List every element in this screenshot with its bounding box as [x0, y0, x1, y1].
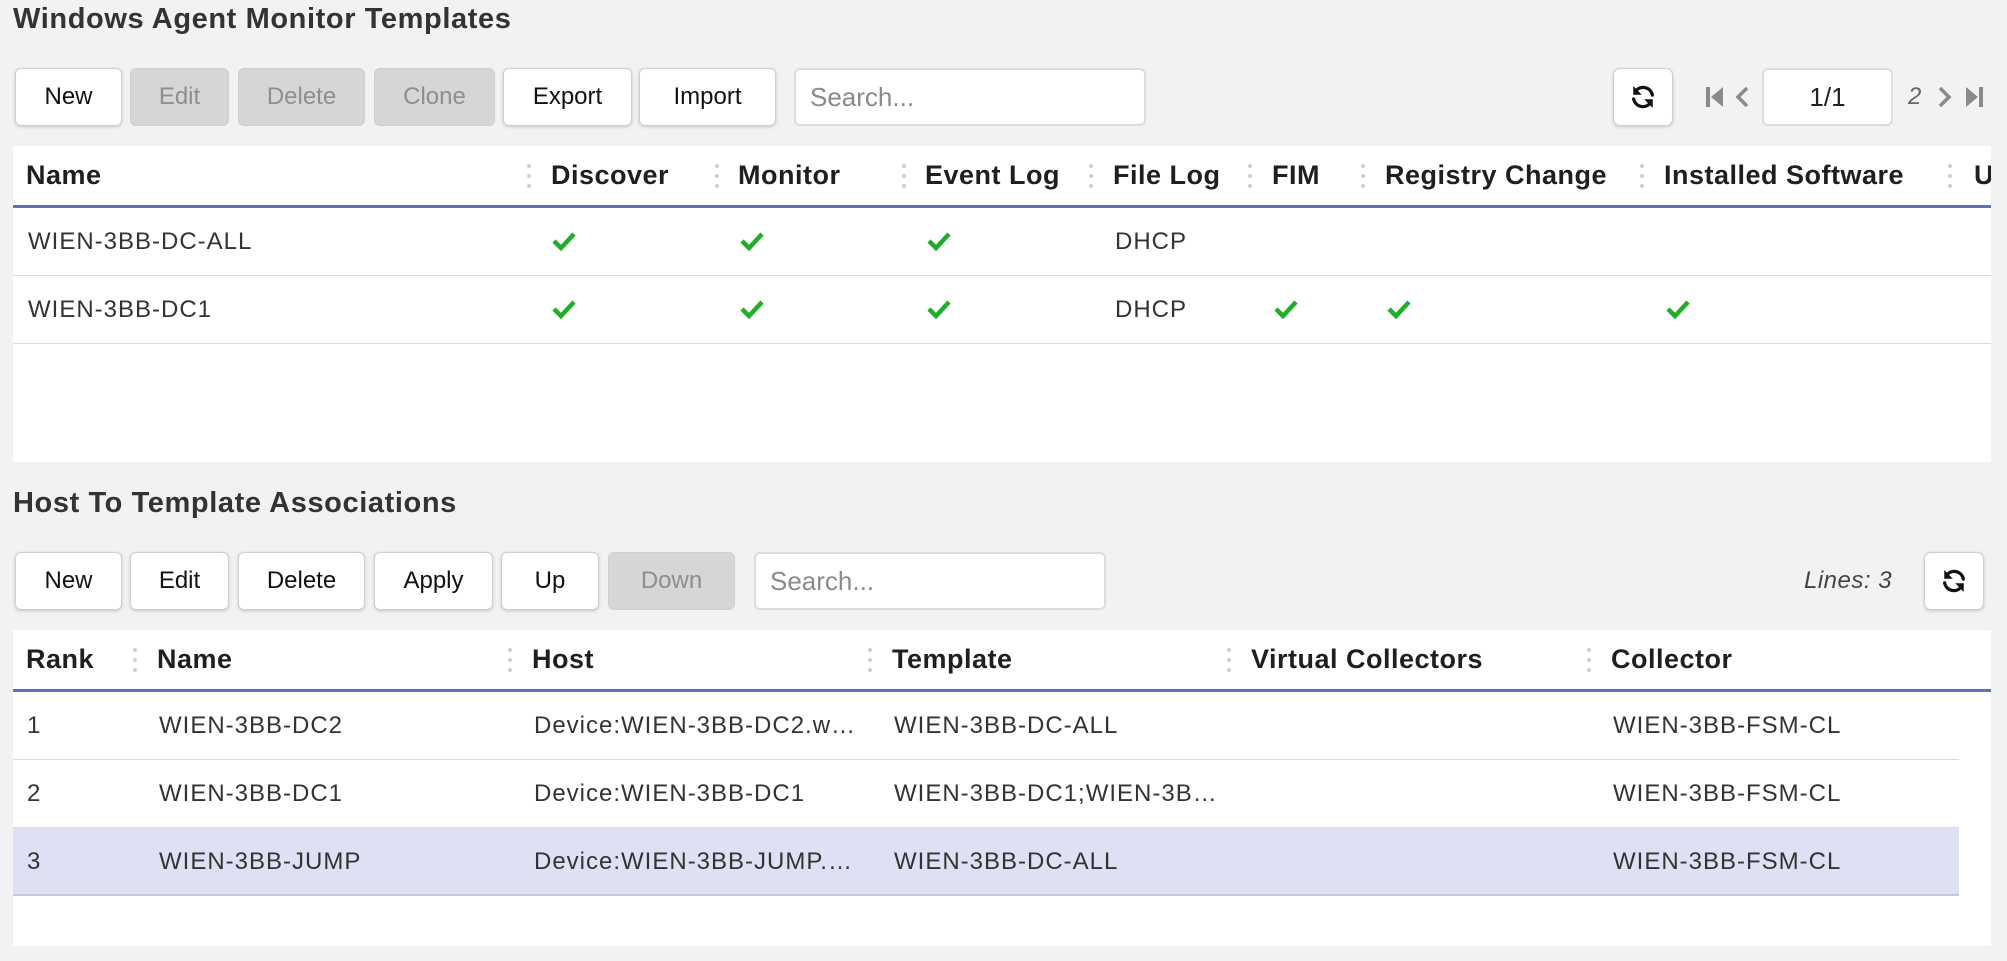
- check-icon: [1274, 300, 1298, 320]
- column-header-registry-change[interactable]: Registry Change: [1385, 146, 1607, 205]
- check-icon: [740, 300, 764, 320]
- cell-name: WIEN-3BB-DC1: [159, 780, 344, 807]
- column-header-fim[interactable]: FIM: [1272, 146, 1320, 205]
- first-page-icon[interactable]: [1704, 85, 1726, 109]
- column-resize-grip-icon[interactable]: [1227, 648, 1231, 672]
- cell-host: Device:WIEN-3BB-JUMP.…: [534, 848, 853, 875]
- column-header-truncated[interactable]: U: [1974, 146, 1991, 205]
- cell-template: WIEN-3BB-DC-ALL: [894, 848, 1119, 875]
- column-header-discover[interactable]: Discover: [551, 146, 669, 205]
- templates-table-header: Name Discover Monitor Event Log File Log…: [13, 146, 1991, 208]
- associations-table-header: Rank Name Host Template Virtual Collecto…: [13, 630, 1991, 692]
- column-header-event-log[interactable]: Event Log: [925, 146, 1060, 205]
- column-header-name[interactable]: Name: [157, 630, 233, 689]
- column-resize-grip-icon[interactable]: [902, 164, 906, 188]
- cell-name: WIEN-3BB-DC-ALL: [28, 228, 253, 255]
- column-resize-grip-icon[interactable]: [1948, 164, 1952, 188]
- associations-new-button[interactable]: New: [15, 552, 122, 610]
- column-header-file-log[interactable]: File Log: [1113, 146, 1221, 205]
- column-resize-grip-icon[interactable]: [1587, 648, 1591, 672]
- associations-refresh-button[interactable]: [1924, 552, 1984, 610]
- page-number-field[interactable]: 1/1: [1762, 68, 1893, 126]
- cell-rank: 3: [27, 848, 42, 875]
- cell-host: Device:WIEN-3BB-DC1: [534, 780, 806, 807]
- column-header-installed-software[interactable]: Installed Software: [1664, 146, 1904, 205]
- cell-collector: WIEN-3BB-FSM-CL: [1613, 780, 1842, 807]
- column-resize-grip-icon[interactable]: [868, 648, 872, 672]
- cell-rank: 1: [27, 712, 42, 739]
- associations-table: Rank Name Host Template Virtual Collecto…: [13, 630, 1991, 946]
- templates-edit-button[interactable]: Edit: [130, 68, 229, 126]
- check-icon: [927, 232, 951, 252]
- refresh-icon: [1943, 569, 1965, 593]
- table-row[interactable]: 2 WIEN-3BB-DC1 Device:WIEN-3BB-DC1 WIEN-…: [13, 760, 1959, 828]
- templates-export-button[interactable]: Export: [503, 68, 632, 126]
- templates-import-button[interactable]: Import: [639, 68, 776, 126]
- templates-new-button[interactable]: New: [15, 68, 122, 126]
- templates-search-input[interactable]: [794, 68, 1146, 126]
- cell-rank: 2: [27, 780, 42, 807]
- templates-title: Windows Agent Monitor Templates: [13, 3, 512, 35]
- cell-name: WIEN-3BB-DC2: [159, 712, 344, 739]
- column-resize-grip-icon[interactable]: [1640, 164, 1644, 188]
- associations-toolbar: New Edit Delete Apply Up Down Lines: 3: [0, 552, 2007, 614]
- lines-count: Lines: 3: [1804, 567, 1893, 594]
- page-total: 2: [1908, 83, 1922, 110]
- cell-file-log: DHCP: [1115, 228, 1188, 255]
- column-header-host[interactable]: Host: [532, 630, 594, 689]
- associations-edit-button[interactable]: Edit: [130, 552, 229, 610]
- associations-down-button[interactable]: Down: [608, 552, 735, 610]
- table-row[interactable]: WIEN-3BB-DC1 DHCP: [13, 276, 1991, 344]
- column-resize-grip-icon[interactable]: [133, 648, 137, 672]
- check-icon: [740, 232, 764, 252]
- associations-apply-button[interactable]: Apply: [374, 552, 493, 610]
- column-resize-grip-icon[interactable]: [527, 164, 531, 188]
- cell-host: Device:WIEN-3BB-DC2.w…: [534, 712, 857, 739]
- check-icon: [1666, 300, 1690, 320]
- column-resize-grip-icon[interactable]: [1089, 164, 1093, 188]
- column-header-collector[interactable]: Collector: [1611, 630, 1733, 689]
- column-header-monitor[interactable]: Monitor: [738, 146, 840, 205]
- next-page-icon[interactable]: [1936, 85, 1954, 109]
- table-row[interactable]: WIEN-3BB-DC-ALL DHCP: [13, 208, 1991, 276]
- check-icon: [927, 300, 951, 320]
- cell-name: WIEN-3BB-JUMP: [159, 848, 362, 875]
- table-row-selected[interactable]: 3 WIEN-3BB-JUMP Device:WIEN-3BB-JUMP.… W…: [13, 828, 1959, 896]
- templates-clone-button[interactable]: Clone: [374, 68, 495, 126]
- last-page-icon[interactable]: [1963, 85, 1985, 109]
- associations-title: Host To Template Associations: [13, 487, 457, 519]
- table-row[interactable]: 1 WIEN-3BB-DC2 Device:WIEN-3BB-DC2.w… WI…: [13, 692, 1959, 760]
- associations-search-input[interactable]: [754, 552, 1106, 610]
- column-header-virtual-collectors[interactable]: Virtual Collectors: [1251, 630, 1483, 689]
- templates-refresh-button[interactable]: [1613, 68, 1673, 126]
- cell-collector: WIEN-3BB-FSM-CL: [1613, 712, 1842, 739]
- column-resize-grip-icon[interactable]: [715, 164, 719, 188]
- cell-collector: WIEN-3BB-FSM-CL: [1613, 848, 1842, 875]
- cell-name: WIEN-3BB-DC1: [28, 296, 213, 323]
- prev-page-icon[interactable]: [1733, 85, 1751, 109]
- check-icon: [552, 232, 576, 252]
- column-resize-grip-icon[interactable]: [1248, 164, 1252, 188]
- refresh-icon: [1632, 85, 1654, 109]
- templates-delete-button[interactable]: Delete: [238, 68, 365, 126]
- cell-template: WIEN-3BB-DC1;WIEN-3B…: [894, 780, 1218, 807]
- templates-toolbar: New Edit Delete Clone Export Import 1/1 …: [0, 68, 2007, 130]
- column-header-name[interactable]: Name: [26, 146, 102, 205]
- check-icon: [552, 300, 576, 320]
- templates-table: Name Discover Monitor Event Log File Log…: [13, 146, 1991, 462]
- check-icon: [1387, 300, 1411, 320]
- column-resize-grip-icon[interactable]: [1361, 164, 1365, 188]
- column-header-template[interactable]: Template: [892, 630, 1013, 689]
- column-header-rank[interactable]: Rank: [26, 630, 94, 689]
- associations-up-button[interactable]: Up: [501, 552, 599, 610]
- column-resize-grip-icon[interactable]: [508, 648, 512, 672]
- cell-file-log: DHCP: [1115, 296, 1188, 323]
- cell-template: WIEN-3BB-DC-ALL: [894, 712, 1119, 739]
- associations-delete-button[interactable]: Delete: [238, 552, 365, 610]
